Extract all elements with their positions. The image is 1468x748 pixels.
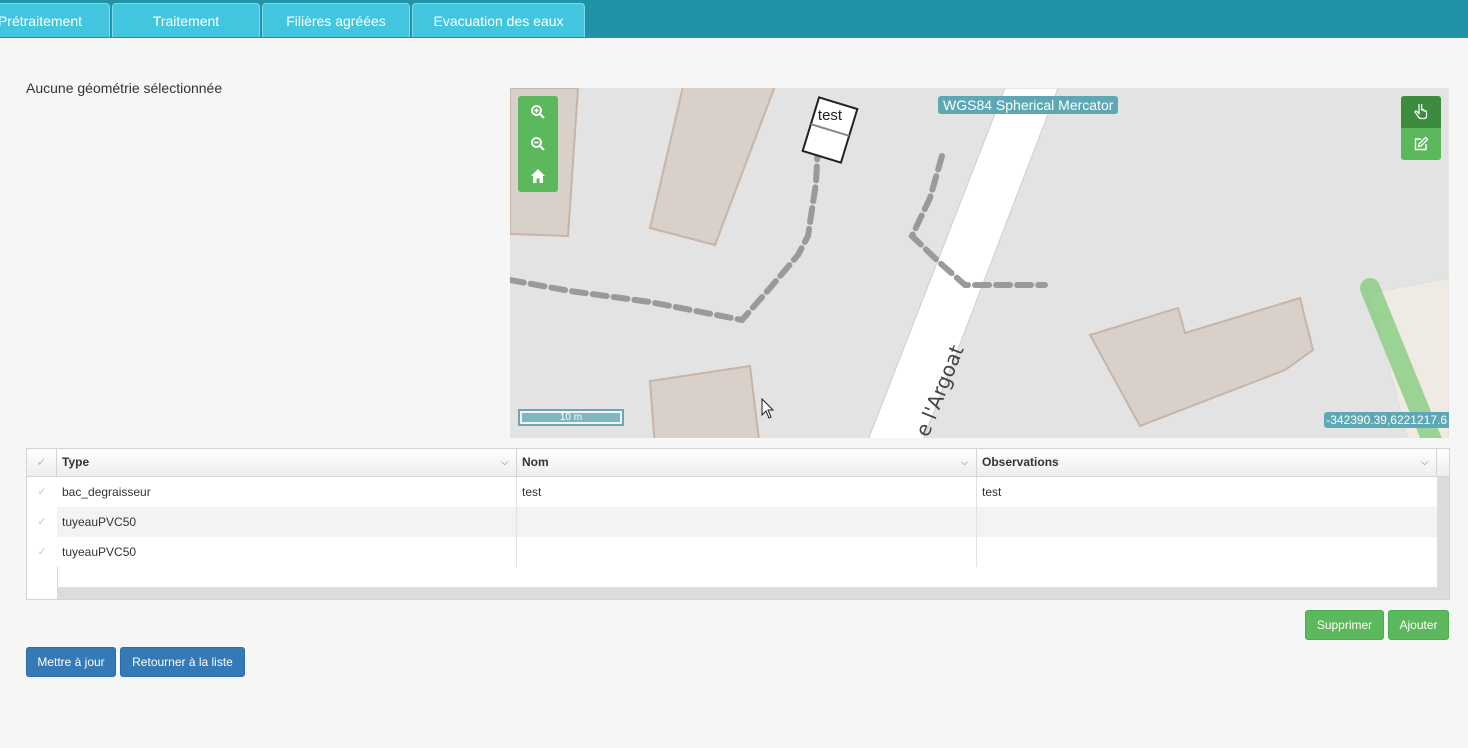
table-row[interactable]: bac_degraisseur test test: [57, 477, 1437, 507]
zoom-out-icon: [531, 137, 545, 151]
map-background: test e l'Argoat: [510, 88, 1449, 438]
zoom-in-button[interactable]: [518, 96, 558, 128]
cell-nom: test: [517, 477, 977, 507]
column-header-type-label: Type: [62, 455, 90, 469]
grid-header: ✓ Type ⌵ Nom ⌵ Observations ⌵: [27, 449, 1449, 477]
tab-filieres-agreees[interactable]: Filières agréées: [262, 3, 410, 37]
geometry-status-text: Aucune géométrie sélectionnée: [26, 80, 223, 96]
column-header-observations[interactable]: Observations ⌵: [977, 449, 1437, 476]
cell-type: tuyeauPVC50: [57, 537, 517, 567]
horizontal-scrollbar[interactable]: [57, 587, 1437, 599]
row-checkbox[interactable]: ✓: [27, 477, 57, 507]
feature-label: test: [818, 107, 843, 124]
table-row[interactable]: tuyeauPVC50: [57, 537, 1437, 567]
map-view[interactable]: test e l'Argoat WGS84 Spherical Mercator…: [510, 88, 1449, 438]
zoom-in-icon: [531, 105, 545, 119]
hand-pointer-icon: [1414, 104, 1428, 120]
cell-observations: test: [982, 485, 1002, 499]
chevron-down-icon[interactable]: ⌵: [1421, 449, 1428, 476]
update-button[interactable]: Mettre à jour: [26, 647, 116, 677]
chevron-down-icon[interactable]: ⌵: [501, 449, 508, 476]
home-button[interactable]: [518, 160, 558, 192]
column-header-observations-label: Observations: [982, 455, 1059, 469]
table-row[interactable]: tuyeauPVC50: [57, 507, 1437, 537]
add-button[interactable]: Ajouter: [1388, 610, 1449, 640]
delete-button[interactable]: Supprimer: [1305, 610, 1384, 640]
mouse-coordinates: -342390.39,6221217.6: [1324, 412, 1449, 428]
zoom-controls: [518, 96, 558, 192]
zoom-out-button[interactable]: [518, 128, 558, 160]
edit-controls: [1401, 96, 1441, 160]
edit-icon: [1414, 136, 1429, 151]
chevron-down-icon[interactable]: ⌵: [961, 449, 968, 476]
cell-nom: [517, 507, 977, 537]
projection-label: WGS84 Spherical Mercator: [938, 96, 1119, 114]
column-header-nom-label: Nom: [522, 455, 549, 469]
edit-tool-button[interactable]: [1401, 128, 1441, 160]
select-tool-button[interactable]: [1401, 96, 1441, 128]
tab-pretraitement[interactable]: Prétraitement: [0, 3, 110, 37]
row-checkbox[interactable]: ✓: [27, 507, 57, 537]
cell-type: bac_degraisseur: [57, 477, 517, 507]
column-header-type[interactable]: Type ⌵: [57, 449, 517, 476]
row-checkbox[interactable]: ✓: [27, 537, 57, 567]
cell-type: tuyeauPVC50: [57, 507, 517, 537]
features-grid: ✓ Type ⌵ Nom ⌵ Observations ⌵ ✓ bac_degr…: [26, 448, 1450, 600]
scale-bar: 10 m: [518, 409, 624, 426]
home-icon: [531, 169, 545, 183]
column-header-nom[interactable]: Nom ⌵: [517, 449, 977, 476]
top-tab-bar: Prétraitement Traitement Filières agréée…: [0, 0, 1468, 38]
vertical-scrollbar[interactable]: [1437, 477, 1449, 599]
cell-observations: [977, 537, 1437, 567]
scale-bar-label: 10 m: [522, 413, 620, 423]
select-all-checkbox[interactable]: ✓: [27, 449, 57, 476]
cell-observations: [977, 507, 1437, 537]
tab-traitement[interactable]: Traitement: [112, 3, 260, 37]
cell-nom: [517, 537, 977, 567]
tab-evacuation-des-eaux[interactable]: Evacuation des eaux: [412, 3, 585, 37]
back-to-list-button[interactable]: Retourner à la liste: [120, 647, 245, 677]
